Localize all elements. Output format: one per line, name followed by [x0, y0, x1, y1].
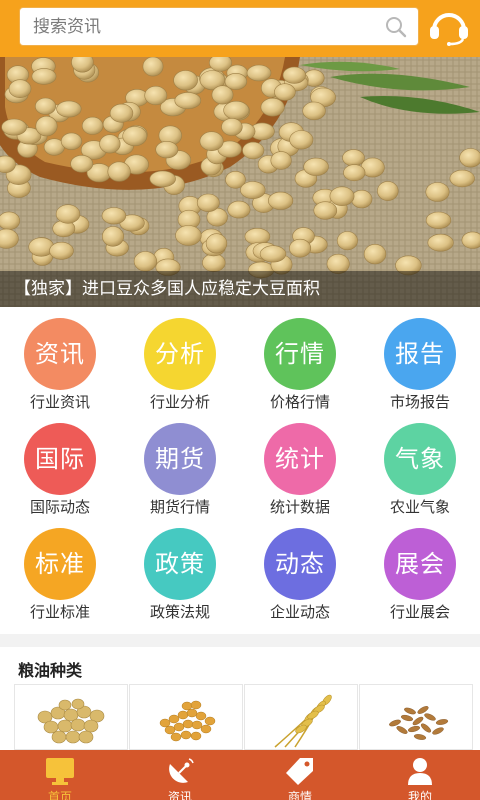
category-label: 国际动态: [29, 498, 90, 516]
category-icon-statistics: 统计: [264, 423, 336, 495]
tab-label: 商情: [287, 790, 312, 800]
category-label: 行业标准: [29, 603, 90, 621]
category-label: 农业气象: [389, 498, 450, 516]
tab-label: 我的: [407, 790, 432, 800]
headset-icon[interactable]: [428, 8, 470, 46]
category-icon-company: 动态: [264, 528, 336, 600]
product-corn[interactable]: [129, 684, 243, 750]
soybean-banner-image: [0, 57, 480, 307]
banner-carousel[interactable]: 【独家】进口豆众多国人应稳定大豆面积: [0, 57, 480, 307]
category-item-exhibitions[interactable]: 展会 行业展会: [365, 517, 475, 622]
search-box[interactable]: [19, 7, 419, 46]
header-bar: [0, 0, 480, 57]
category-icon-futures: 期货: [144, 423, 216, 495]
tab-profile[interactable]: 我的: [360, 750, 480, 800]
category-icon-exhibitions: 展会: [384, 528, 456, 600]
category-item-futures[interactable]: 期货 期货行情: [125, 412, 235, 517]
user-icon: [408, 758, 432, 785]
category-icon-news: 资讯: [24, 318, 96, 390]
category-label: 统计数据: [269, 498, 330, 516]
satellite-dish-icon: [169, 758, 194, 783]
category-item-weather[interactable]: 气象 农业气象: [365, 412, 475, 517]
category-item-market-report[interactable]: 报告 市场报告: [365, 307, 475, 412]
tab-news[interactable]: 资讯: [120, 750, 240, 800]
category-label: 价格行情: [269, 393, 330, 411]
category-icon-analysis: 分析: [144, 318, 216, 390]
tab-label: 首页: [47, 790, 72, 800]
category-icon-quotes: 行情: [264, 318, 336, 390]
category-item-industry-analysis[interactable]: 分析 行业分析: [125, 307, 235, 412]
rice-image: [389, 706, 449, 740]
monitor-icon: [46, 758, 74, 785]
category-item-price-quotes[interactable]: 行情 价格行情: [245, 307, 355, 412]
category-item-policy[interactable]: 政策 政策法规: [125, 517, 235, 622]
product-wheat[interactable]: [244, 684, 358, 750]
soybean-image: [37, 698, 105, 744]
category-icon-weather: 气象: [384, 423, 456, 495]
category-label: 政策法规: [149, 603, 210, 621]
product-rice[interactable]: [359, 684, 473, 750]
app-screen: 【独家】进口豆众多国人应稳定大豆面积 资讯 行业资讯 分析 行业分析 行情 价格…: [0, 0, 480, 800]
banner-caption[interactable]: 【独家】进口豆众多国人应稳定大豆面积: [0, 271, 480, 307]
search-icon[interactable]: [384, 15, 408, 39]
category-label: 行业资讯: [29, 393, 90, 411]
category-label: 行业分析: [149, 393, 210, 411]
category-label: 企业动态: [269, 603, 330, 621]
category-icon-standards: 标准: [24, 528, 96, 600]
category-icon-report: 报告: [384, 318, 456, 390]
category-item-company-news[interactable]: 动态 企业动态: [245, 517, 355, 622]
category-icon-international: 国际: [24, 423, 96, 495]
tab-label: 资讯: [167, 790, 192, 800]
product-soybean[interactable]: [14, 684, 128, 750]
search-input[interactable]: [20, 8, 380, 45]
category-grid: 资讯 行业资讯 分析 行业分析 行情 价格行情 报告 市场报告 国际 国际动态 …: [0, 307, 480, 634]
corn-image: [159, 700, 216, 742]
category-label: 市场报告: [389, 393, 450, 411]
category-item-industry-news[interactable]: 资讯 行业资讯: [5, 307, 115, 412]
tab-home[interactable]: 首页: [0, 750, 120, 800]
tab-market[interactable]: 商情: [240, 750, 360, 800]
category-label: 期货行情: [149, 498, 210, 516]
price-tag-icon: [286, 758, 313, 785]
grain-section: 粮油种类: [0, 647, 480, 750]
category-item-international[interactable]: 国际 国际动态: [5, 412, 115, 517]
wheat-image: [274, 694, 332, 748]
category-item-standards[interactable]: 标准 行业标准: [5, 517, 115, 622]
category-label: 行业展会: [389, 603, 450, 621]
category-item-statistics[interactable]: 统计 统计数据: [245, 412, 355, 517]
bottom-tab-bar: 首页 资讯 商情 我的: [0, 750, 480, 800]
category-icon-policy: 政策: [144, 528, 216, 600]
section-title: 粮油种类: [18, 661, 83, 680]
